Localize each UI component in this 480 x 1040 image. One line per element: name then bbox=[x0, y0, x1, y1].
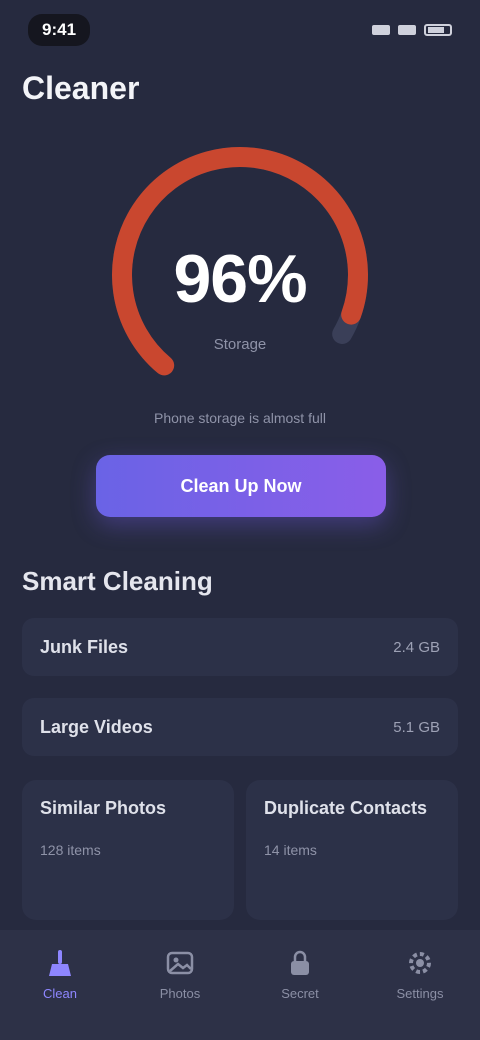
photo-icon bbox=[166, 951, 194, 975]
status-bar: 9:41 bbox=[0, 0, 480, 60]
feature-value: 5.1 GB bbox=[393, 718, 440, 736]
tab-clean[interactable]: Clean bbox=[15, 948, 105, 1001]
feature-value: 2.4 GB bbox=[393, 638, 440, 656]
tab-settings[interactable]: Settings bbox=[375, 948, 465, 1001]
tab-label: Clean bbox=[43, 986, 77, 1001]
broom-icon bbox=[49, 950, 71, 976]
storage-gauge: 96% Storage bbox=[90, 140, 390, 420]
tab-secret[interactable]: Secret bbox=[255, 948, 345, 1001]
gauge-subtitle: Storage bbox=[213, 336, 267, 353]
lock-icon bbox=[291, 950, 309, 975]
feature-row-large-videos[interactable]: Large Videos 5.1 GB bbox=[22, 698, 458, 756]
card-similar-photos[interactable]: Similar Photos 128 items bbox=[22, 780, 234, 920]
status-time: 9:41 bbox=[28, 14, 91, 46]
section-title: Smart Cleaning bbox=[22, 566, 213, 596]
battery-icon bbox=[424, 24, 452, 36]
page-title: Cleaner bbox=[22, 70, 140, 106]
tab-label: Secret bbox=[281, 986, 319, 1001]
clean-up-button[interactable]: Clean Up Now bbox=[96, 455, 386, 517]
gauge-value: 96% bbox=[173, 241, 307, 317]
card-meta: 128 items bbox=[40, 842, 101, 858]
feature-label: Junk Files bbox=[40, 636, 129, 657]
tab-photos[interactable]: Photos bbox=[135, 948, 225, 1001]
feature-row-junk-files[interactable]: Junk Files 2.4 GB bbox=[22, 618, 458, 676]
card-title: Duplicate Contacts bbox=[264, 798, 428, 818]
wifi-icon bbox=[398, 25, 416, 35]
gauge-caption: Phone storage is almost full bbox=[154, 410, 326, 426]
card-duplicate-contacts[interactable]: Duplicate Contacts 14 items bbox=[246, 780, 458, 920]
card-meta: 14 items bbox=[264, 842, 317, 858]
gear-icon bbox=[409, 952, 431, 974]
tab-bar: Clean Photos Secret Settings bbox=[0, 930, 480, 1040]
card-title: Similar Photos bbox=[40, 798, 167, 818]
feature-label: Large Videos bbox=[40, 716, 153, 737]
tab-label: Settings bbox=[396, 986, 444, 1001]
signal-icon bbox=[372, 25, 390, 35]
status-icons bbox=[372, 24, 452, 36]
tab-label: Photos bbox=[159, 986, 201, 1001]
